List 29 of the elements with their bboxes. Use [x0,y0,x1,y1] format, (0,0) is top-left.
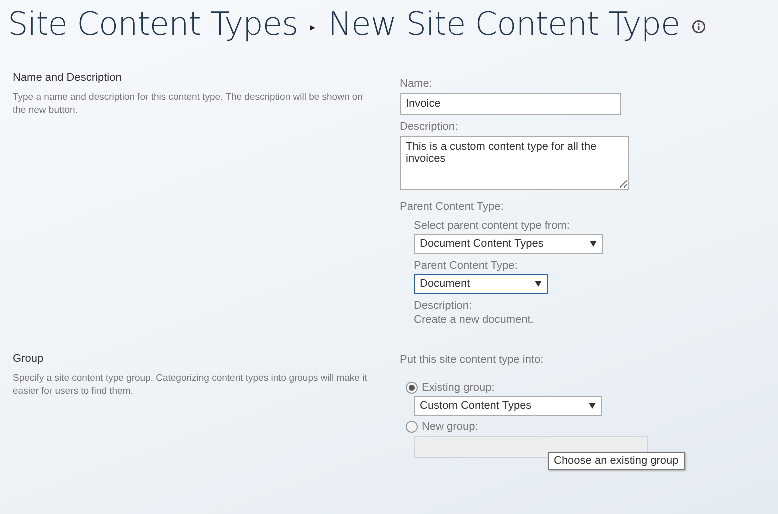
field-label: Parent Content Type: [414,259,519,273]
parent-description: Create a new document. [414,313,535,327]
parent-group-dropdown[interactable]: Document Content Types [414,234,603,254]
field-label: Put this site content type into: [400,353,545,367]
caret-icon [589,403,596,409]
info-icon[interactable] [692,20,706,34]
radio-button[interactable] [406,382,418,394]
caret-icon [535,281,542,287]
radio-label[interactable]: Existing group: [422,382,495,394]
section-title: Group [13,353,45,365]
field-label: Description: [400,120,460,134]
section-description: Specify a site content type group. Categorizing content types into groups will make it easier for users to find them. [13,372,368,398]
breadcrumb-separator: ▸ [310,20,316,34]
field-label: Name: [400,77,434,91]
breadcrumb-link[interactable]: Site Content Types [8,5,298,43]
name-field[interactable]: Invoice [400,93,621,115]
caret-icon [590,241,597,247]
field-label: Parent Content Type: [400,200,505,214]
description-field[interactable]: This is a custom content type for all the invoices [400,136,629,190]
page-title: New Site Content Type [328,5,680,43]
group-dropdown[interactable]: Custom Content Types [414,396,602,416]
section-title: Name and Description [13,72,123,84]
radio-label[interactable]: New group: [422,421,478,433]
tooltip: Choose an existing group [548,452,685,470]
field-label: Description: [414,299,474,313]
section-description: Type a name and description for this content type. The description will be shown on the new button. [13,91,364,117]
parent-type-dropdown[interactable]: Document [414,274,548,294]
radio-button[interactable] [406,421,418,433]
field-label: Select parent content type from: [414,219,571,233]
